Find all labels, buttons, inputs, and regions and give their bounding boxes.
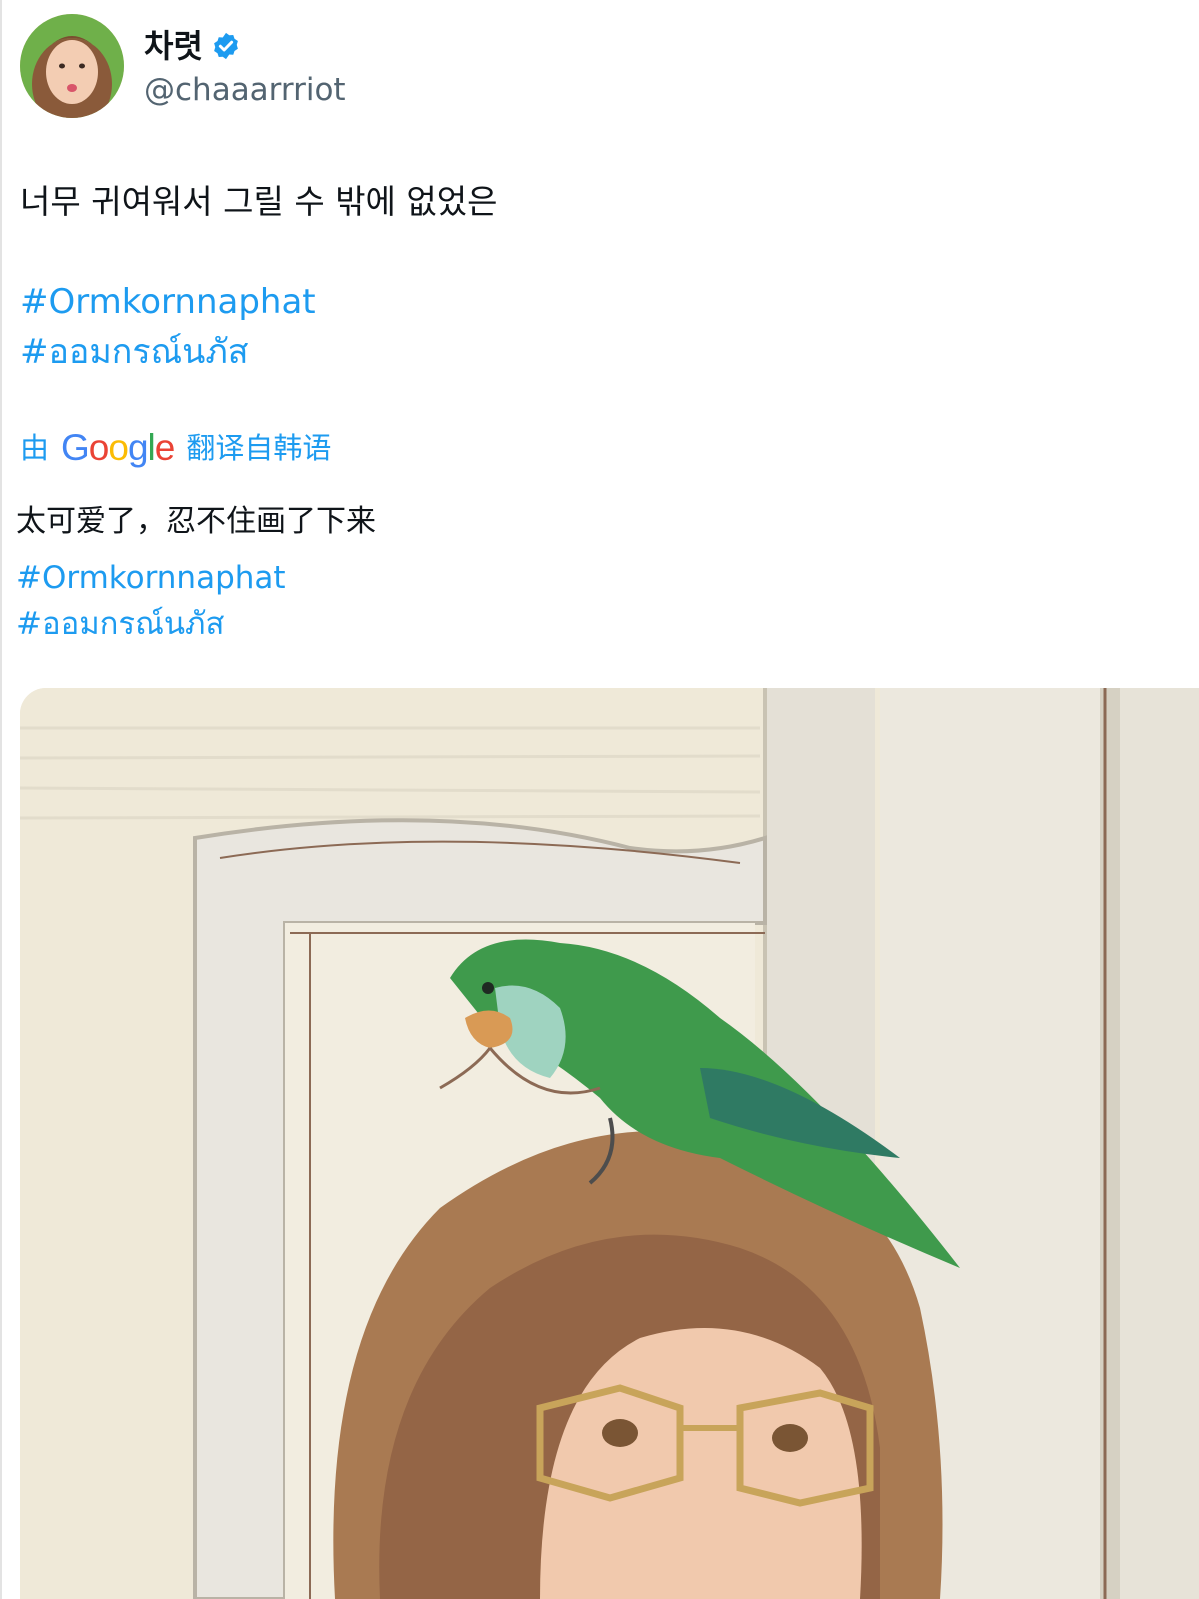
- hashtag-link[interactable]: #ออมกรณ์นภัส: [20, 330, 249, 374]
- timeline-border: [0, 0, 2, 1599]
- author-handle[interactable]: @chaaarrriot: [144, 70, 346, 110]
- author-display-name[interactable]: 차렷: [144, 26, 203, 66]
- verified-badge-icon: [214, 32, 238, 60]
- tweet-media-image[interactable]: [20, 688, 1199, 1599]
- translated-hashtag-link[interactable]: #Ormkornnaphat: [16, 558, 286, 598]
- author-name-row[interactable]: 차렷: [144, 26, 241, 66]
- parrot-illustration: [20, 688, 1199, 1599]
- translation-source-label: 翻译自韩语: [186, 431, 332, 465]
- profile-avatar-image: [20, 14, 124, 118]
- translation-prefix: 由: [20, 431, 50, 465]
- hashtag-link[interactable]: #Ormkornnaphat: [20, 280, 316, 324]
- tweet-text: 너무 귀여워서 그릴 수 밖에 없었은: [20, 182, 498, 221]
- google-logo: Google: [61, 427, 175, 468]
- avatar[interactable]: [20, 14, 124, 118]
- translated-hashtag-link[interactable]: #ออมกรณ์นภัส: [16, 604, 224, 644]
- translated-by-google[interactable]: 由 Google 翻译自韩语: [20, 428, 331, 468]
- translated-text: 太可爱了，忍不住画了下来: [16, 504, 376, 539]
